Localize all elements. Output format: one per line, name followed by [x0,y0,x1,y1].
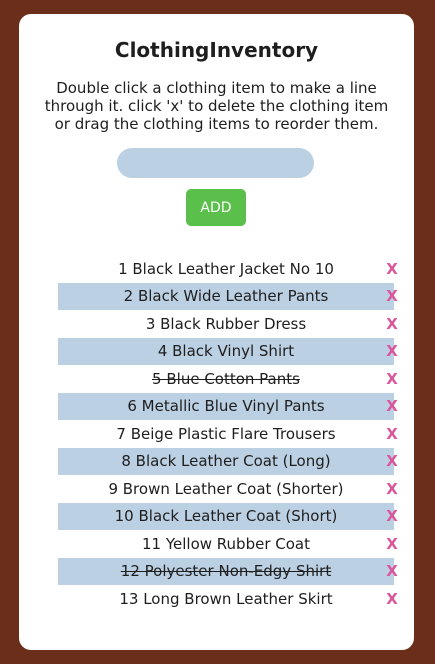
instructions-text: Double click a clothing item to make a l… [44,79,389,133]
delete-icon[interactable]: X [381,255,403,283]
list-item-label: 10 Black Leather Coat (Short) [114,507,338,526]
list-item[interactable]: 7 Beige Plastic Flare Trousers X [58,420,397,448]
list-item-label: 5 Blue Cotton Pants [152,369,300,388]
delete-icon[interactable]: X [381,448,403,476]
clothing-item-input[interactable] [117,148,314,178]
inventory-card: ClothingInventory Double click a clothin… [19,14,414,650]
list-item-label: 3 Black Rubber Dress [145,314,307,333]
delete-icon[interactable]: X [381,585,403,613]
list-item[interactable]: 10 Black Leather Coat (Short) X [58,502,398,530]
list-item[interactable]: 8 Black Leather Coat (Long) X [58,447,398,475]
delete-icon[interactable]: X [381,475,403,503]
delete-icon[interactable]: X [381,393,403,421]
list-item-label: 8 Black Leather Coat (Long) [121,452,331,471]
list-item[interactable]: 13 Long Brown Leather Skirt X [58,585,397,613]
delete-icon[interactable]: X [381,558,403,586]
list-item[interactable]: 6 Metallic Blue Vinyl Pants X [58,392,398,420]
list-item-label: 6 Metallic Blue Vinyl Pants [127,397,325,416]
list-item-label: 1 Black Leather Jacket No 10 [118,259,334,278]
list-item[interactable]: 5 Blue Cotton Pants X [58,365,398,393]
list-item[interactable]: 12 Polyester Non-Edgy Shirt X [58,557,398,585]
list-item-label: 2 Black Wide Leather Pants [123,287,329,306]
list-item-label: 11 Yellow Rubber Coat [142,534,310,553]
delete-icon[interactable]: X [381,503,403,531]
delete-icon[interactable]: X [381,530,403,558]
list-item[interactable]: 3 Black Rubber Dress X [58,310,398,338]
page-title: ClothingInventory [114,38,319,62]
list-item-label: 12 Polyester Non-Edgy Shirt [120,562,332,581]
list-item[interactable]: 1 Black Leather Jacket No 10 X [58,255,398,283]
delete-icon[interactable]: X [381,310,403,338]
clothing-list: 1 Black Leather Jacket No 10 X 2 Black Wid… [58,255,398,613]
list-item-label: 4 Black Vinyl Shirt [157,342,295,361]
delete-icon[interactable]: X [381,283,403,311]
list-item-label: 7 Beige Plastic Flare Trousers [116,424,336,443]
list-item[interactable]: 4 Black Vinyl Shirt X [58,337,398,365]
list-item[interactable]: 2 Black Wide Leather Pants X [58,282,398,310]
list-item[interactable]: 9 Brown Leather Coat (Shorter) X [58,475,397,503]
delete-icon[interactable]: X [381,365,403,393]
delete-icon[interactable]: X [381,420,403,448]
list-item-label: 13 Long Brown Leather Skirt [119,589,333,608]
delete-icon[interactable]: X [381,338,403,366]
list-item[interactable]: 11 Yellow Rubber Coat X [58,530,398,558]
list-item-label: 9 Brown Leather Coat (Shorter) [108,479,344,498]
add-button[interactable]: ADD [186,189,246,226]
